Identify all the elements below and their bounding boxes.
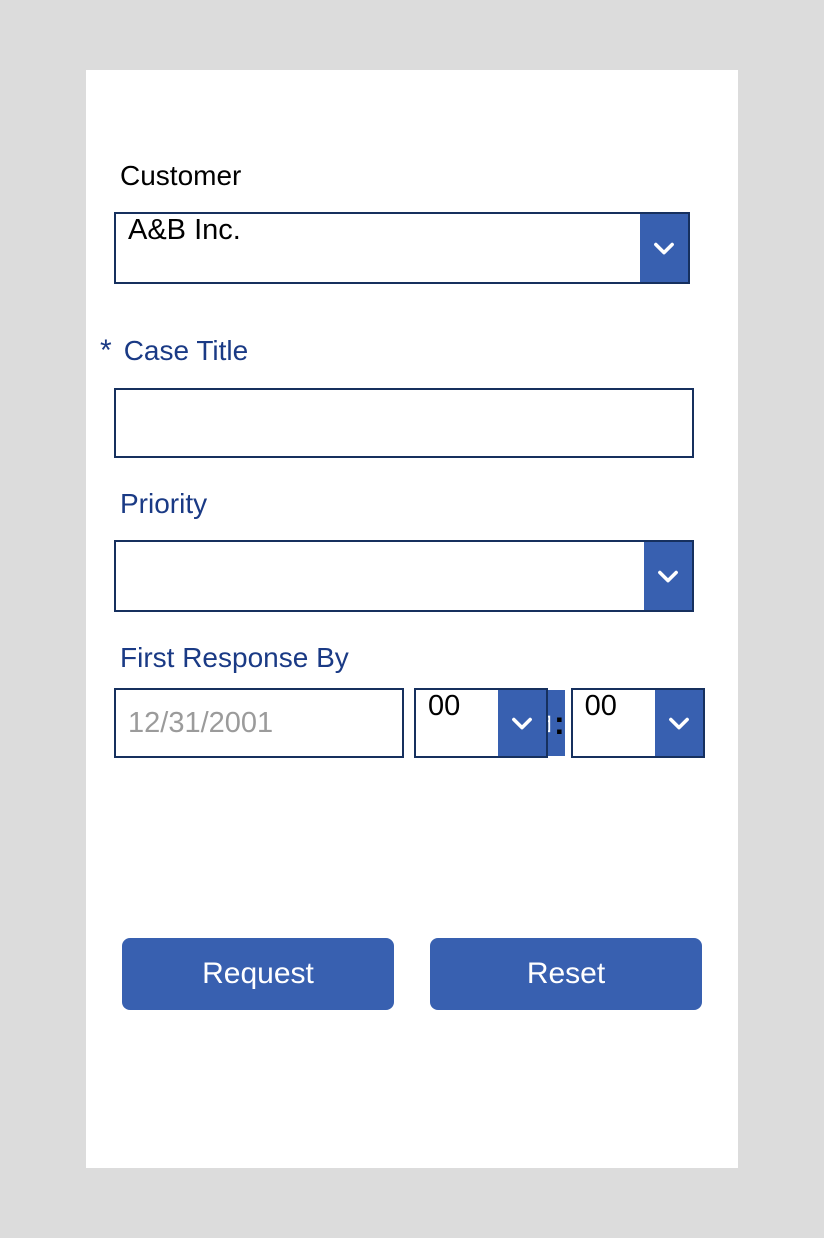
first-response-hour-value: 00 (416, 690, 498, 756)
chevron-down-icon (655, 690, 703, 756)
first-response-hour-select[interactable]: 00 (414, 688, 548, 758)
case-title-label: Case Title (124, 335, 249, 367)
first-response-row: 00 : 00 (114, 688, 710, 758)
field-case-title: * Case Title (114, 334, 710, 458)
customer-select-value: A&B Inc. (116, 214, 640, 282)
required-marker: * (100, 334, 112, 368)
first-response-date[interactable] (114, 688, 404, 758)
case-title-label-row: * Case Title (114, 334, 710, 368)
first-response-minute-value: 00 (573, 690, 655, 756)
form-body: Customer A&B Inc. * Case Title Priority (114, 160, 710, 1010)
customer-select[interactable]: A&B Inc. (114, 212, 690, 284)
request-button[interactable]: Request (122, 938, 394, 1010)
first-response-label-row: First Response By (114, 642, 710, 674)
first-response-minute-select[interactable]: 00 (571, 688, 705, 758)
time-separator: : (554, 705, 565, 742)
chevron-down-icon (644, 542, 692, 610)
form-card: Customer A&B Inc. * Case Title Priority (86, 70, 738, 1168)
field-first-response: First Response By 00 (114, 642, 710, 758)
priority-select-value (116, 542, 644, 610)
field-customer: Customer A&B Inc. (114, 160, 710, 284)
case-title-input[interactable] (116, 390, 692, 456)
chevron-down-icon (498, 690, 546, 756)
first-response-label: First Response By (120, 642, 349, 674)
chevron-down-icon (640, 214, 688, 282)
customer-label-row: Customer (114, 160, 710, 192)
case-title-input-wrap (114, 388, 694, 458)
actions-row: Request Reset (114, 938, 710, 1010)
priority-label: Priority (120, 488, 207, 520)
priority-select[interactable] (114, 540, 694, 612)
priority-label-row: Priority (114, 488, 710, 520)
field-priority: Priority (114, 488, 710, 612)
reset-button[interactable]: Reset (430, 938, 702, 1010)
customer-label: Customer (120, 160, 241, 192)
